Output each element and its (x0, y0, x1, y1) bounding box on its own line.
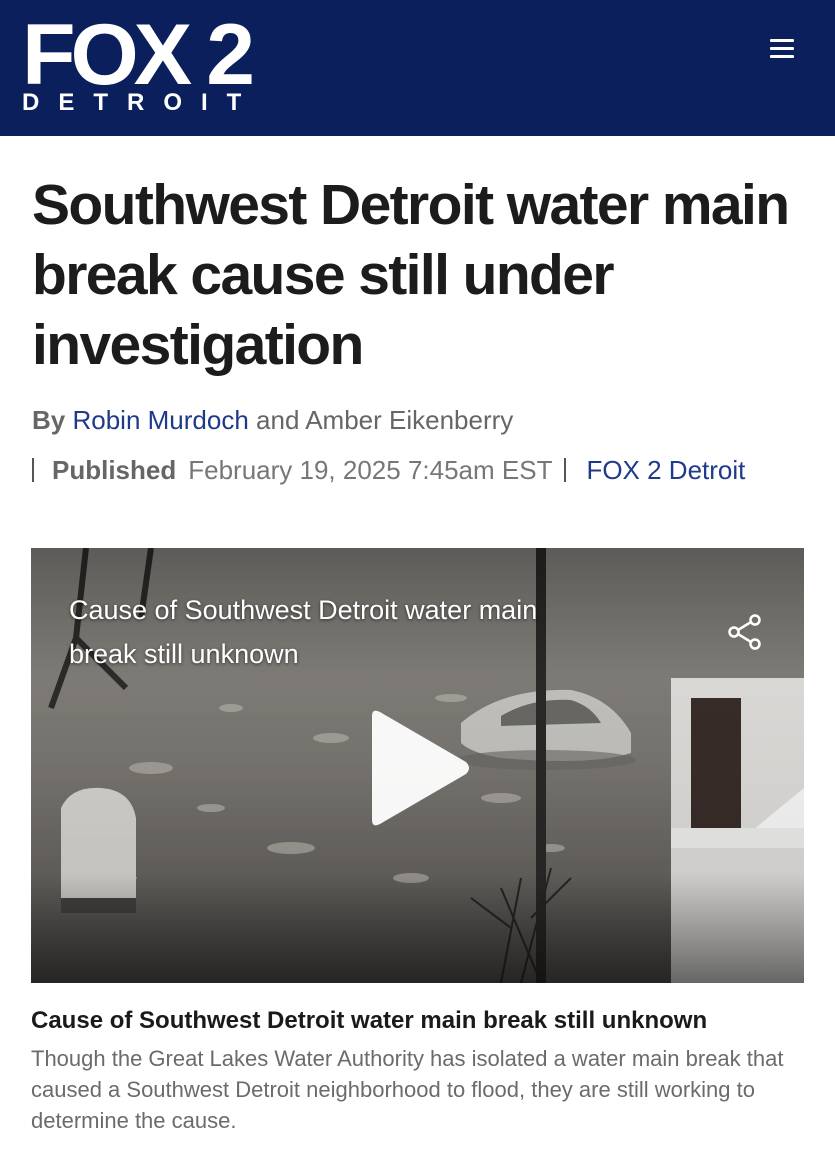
play-icon[interactable] (364, 708, 474, 828)
video-caption-title: Cause of Southwest Detroit water main br… (31, 1007, 708, 1034)
hamburger-menu-icon[interactable] (762, 32, 802, 64)
site-header: FOX 2 DETROIT (0, 0, 835, 136)
menu-line (770, 46, 794, 50)
published-date: February 19, 2025 7:45am EST (188, 455, 553, 485)
video-caption-description: Though the Great Lakes Water Authority h… (31, 1046, 784, 1133)
published-label: Published (52, 455, 177, 485)
menu-line (770, 38, 794, 42)
article-byline: By Robin Murdoch and Amber Eikenberry (32, 402, 812, 438)
logo-wordmark: FOX 2 (22, 7, 255, 103)
fox2-detroit-logo[interactable]: FOX 2 DETROIT (22, 12, 262, 117)
share-icon[interactable] (725, 612, 765, 652)
menu-line (770, 54, 794, 58)
meta-divider (564, 458, 567, 482)
video-player[interactable]: Cause of Southwest Detroit water main br… (31, 548, 804, 983)
meta-divider (32, 458, 34, 482)
author-link-robin-murdoch[interactable]: Robin Murdoch (72, 405, 248, 435)
source-link[interactable]: FOX 2 Detroit (586, 455, 745, 485)
byline-prefix: By (32, 405, 66, 435)
article-meta: Published February 19, 2025 7:45am EST FOX… (32, 452, 822, 488)
logo-subtitle: DETROIT (22, 89, 261, 116)
author-name-amber-eikenberry: Amber Eikenberry (305, 405, 514, 435)
byline-conjunction: and (256, 405, 300, 435)
video-overlay-title: Cause of Southwest Detroit water main br… (69, 595, 538, 669)
article-headline: Southwest Detroit water main break cause… (32, 173, 790, 377)
